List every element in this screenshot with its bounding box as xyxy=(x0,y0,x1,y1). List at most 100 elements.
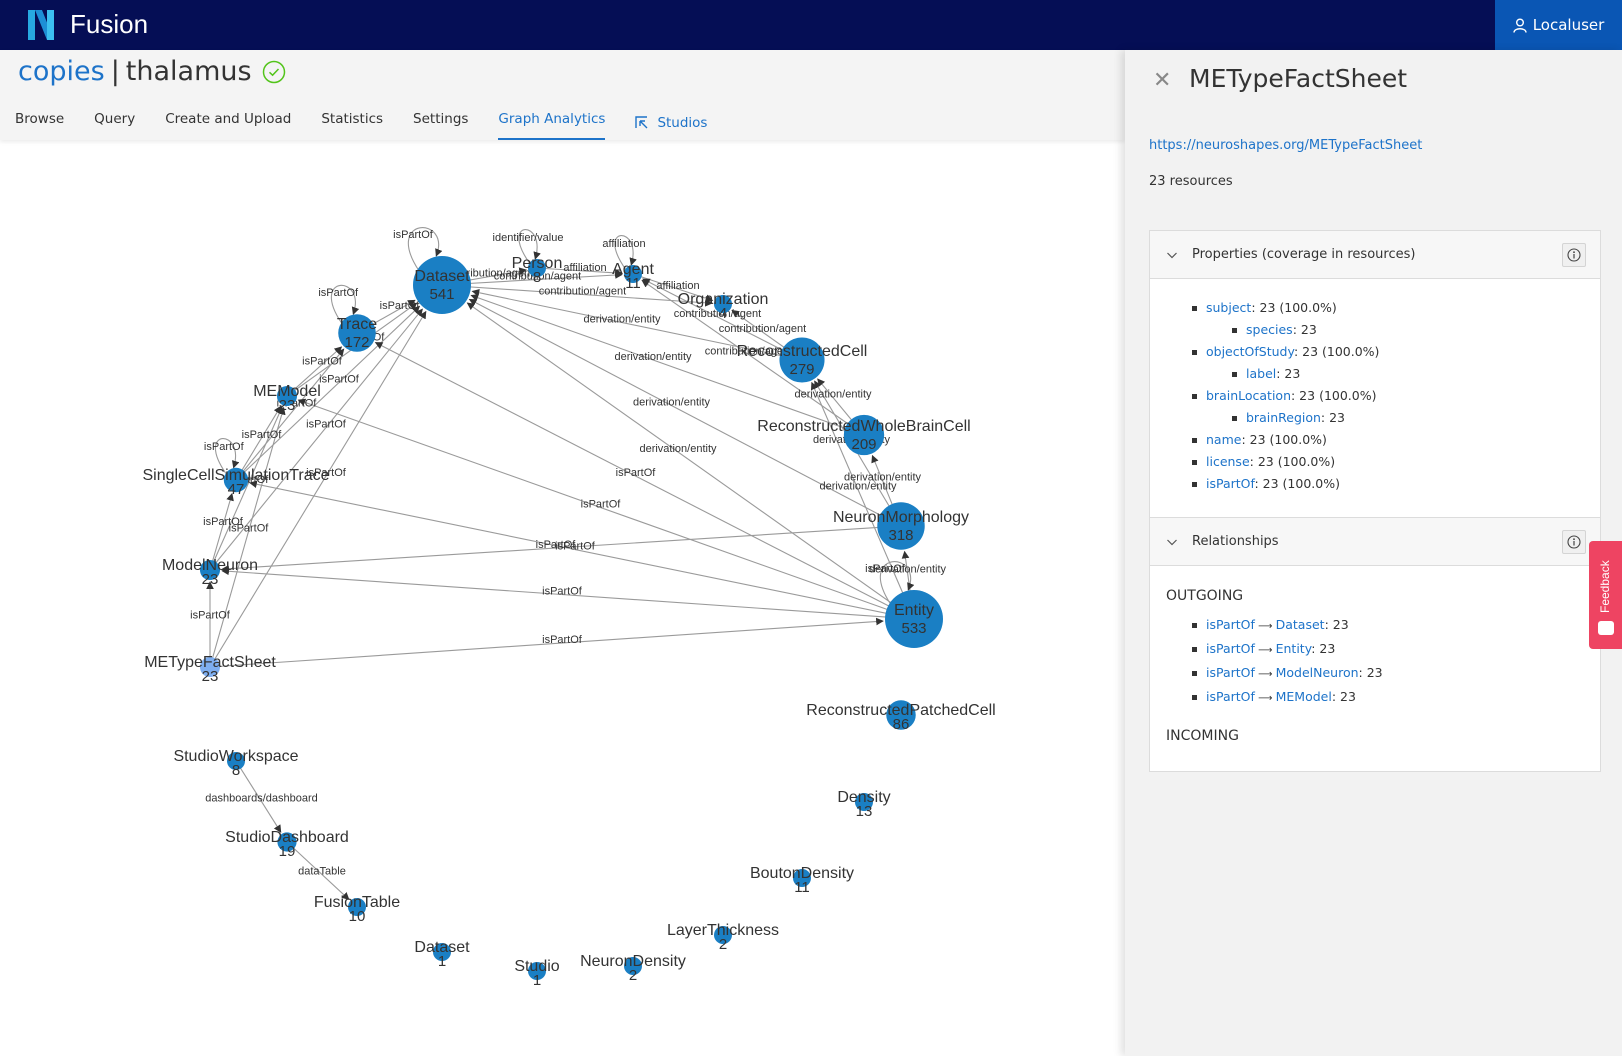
target-type-link[interactable]: Entity xyxy=(1276,641,1312,656)
edge-label: isPartOf xyxy=(581,499,622,511)
node-circle[interactable] xyxy=(885,590,943,648)
relationships-card: Relationships OUTGOING isPartOf ⟶ Datase… xyxy=(1149,517,1601,772)
predicate-link[interactable]: isPartOf xyxy=(1206,665,1255,680)
graph-node[interactable]: ModelNeuron23 xyxy=(162,557,258,588)
target-type-link[interactable]: Dataset xyxy=(1276,617,1325,632)
properties-info-button[interactable] xyxy=(1562,243,1586,267)
graph-node[interactable]: LayerThickness2 xyxy=(667,922,779,953)
node-count: 4 xyxy=(719,305,727,322)
chevron-down-icon xyxy=(1167,252,1177,258)
user-label: Localuser xyxy=(1532,16,1605,34)
predicate-link[interactable]: isPartOf xyxy=(1206,689,1255,704)
property-key-link[interactable]: name xyxy=(1206,432,1241,447)
property-key-link[interactable]: brainRegion xyxy=(1246,410,1321,425)
chevron-down-icon xyxy=(1167,539,1177,545)
edge-label: isPartOf xyxy=(229,523,270,535)
outgoing-item: isPartOf ⟶ Dataset: 23 xyxy=(1192,614,1584,638)
tab-settings[interactable]: Settings xyxy=(398,106,483,140)
property-key-link[interactable]: label xyxy=(1246,366,1276,381)
edge-label: contribution/agent xyxy=(539,286,626,298)
property-key-link[interactable]: isPartOf xyxy=(1206,476,1254,491)
graph-node[interactable]: StudioDashboard19 xyxy=(225,829,349,860)
graph-node[interactable]: Entity533 xyxy=(885,590,943,648)
feedback-face-icon xyxy=(1598,621,1614,635)
property-key-link[interactable]: subject xyxy=(1206,300,1251,315)
property-value: : 23 (100.0%) xyxy=(1249,454,1336,469)
property-key-link[interactable]: objectOfStudy xyxy=(1206,344,1294,359)
property-value: : 23 (100.0%) xyxy=(1291,388,1377,403)
graph-node[interactable]: Density13 xyxy=(837,789,890,820)
user-icon xyxy=(1512,18,1527,33)
property-key-link[interactable]: license xyxy=(1206,454,1250,469)
tab-studios[interactable]: Studios xyxy=(620,106,722,140)
predicate-link[interactable]: isPartOf xyxy=(1206,641,1255,656)
predicate-link[interactable]: isPartOf xyxy=(1206,617,1255,632)
org-link[interactable]: copies xyxy=(18,56,105,87)
edge-label: isPartOf xyxy=(190,610,231,622)
target-type-link[interactable]: ModelNeuron xyxy=(1276,665,1359,680)
property-item: brainLocation: 23 (100.0%) xyxy=(1192,385,1584,407)
graph-node[interactable]: Trace172 xyxy=(337,314,377,352)
close-panel-button[interactable]: ✕ xyxy=(1153,68,1171,93)
node-count: 8 xyxy=(232,762,240,779)
outgoing-item: isPartOf ⟶ MEModel: 23 xyxy=(1192,686,1584,710)
node-count: 23 xyxy=(202,571,219,588)
property-value: : 23 (100.0%) xyxy=(1241,432,1327,447)
properties-header[interactable]: Properties (coverage in resources) xyxy=(1150,231,1600,279)
graph-canvas[interactable]: isPartOfisPartOfidentifier/value affiliat… xyxy=(0,140,1125,1056)
edge-label: isPartOf xyxy=(319,374,360,386)
tab-create-and-upload[interactable]: Create and Upload xyxy=(150,106,306,140)
tab-query[interactable]: Query xyxy=(79,106,150,140)
edge-label: isPartOf xyxy=(616,467,657,479)
graph-node[interactable]: NeuronDensity2 xyxy=(580,953,686,984)
edge-label: affiliation xyxy=(602,238,645,250)
edge-label: isPartOf xyxy=(306,419,347,431)
top-bar: Fusion Localuser xyxy=(0,0,1622,50)
graph-node[interactable]: ReconstructedPatchedCell86 xyxy=(806,700,996,733)
outgoing-label: OUTGOING xyxy=(1166,588,1244,604)
graph-node[interactable]: NeuronMorphology318 xyxy=(833,502,969,550)
graph-node[interactable]: BoutonDensity11 xyxy=(750,865,854,896)
node-count: 2 xyxy=(719,936,727,953)
node-label: Entity xyxy=(894,602,934,619)
node-count: 209 xyxy=(851,436,876,453)
relationships-info-button[interactable] xyxy=(1562,530,1586,554)
type-url-link[interactable]: https://neuroshapes.org/METypeFactSheet xyxy=(1149,138,1422,153)
graph-node[interactable]: Dataset1 xyxy=(414,939,470,970)
node-count: 13 xyxy=(856,803,873,820)
tab-graph-analytics[interactable]: Graph Analytics xyxy=(483,106,620,140)
graph-node[interactable]: ReconstructedWholeBrainCell209 xyxy=(757,414,971,456)
user-menu-button[interactable]: Localuser xyxy=(1495,0,1622,50)
target-type-link[interactable]: MEModel xyxy=(1276,689,1332,704)
project-breadcrumb: copies | thalamus xyxy=(18,56,286,87)
node-count: 11 xyxy=(794,879,810,896)
graph-node[interactable]: Studio1 xyxy=(514,958,559,989)
arrow-right-icon: ⟶ xyxy=(1254,621,1276,632)
graph-edge[interactable] xyxy=(235,348,345,481)
incoming-label: INCOMING xyxy=(1166,728,1239,744)
graph-node[interactable]: StudioWorkspace8 xyxy=(173,748,298,779)
tab-statistics[interactable]: Statistics xyxy=(306,106,398,140)
feedback-button[interactable]: Feedback xyxy=(1589,541,1622,649)
property-key-link[interactable]: species xyxy=(1246,322,1293,337)
graph-node[interactable]: FusionTable10 xyxy=(314,894,400,925)
edge-label: isPartOf xyxy=(542,586,583,598)
node-count: 23 xyxy=(202,668,219,685)
node-count: 19 xyxy=(279,843,296,860)
relationships-header[interactable]: Relationships xyxy=(1150,518,1600,566)
property-item: brainRegion: 23 xyxy=(1206,407,1584,429)
property-key-link[interactable]: brainLocation xyxy=(1206,388,1291,403)
edge-label: isPartOf xyxy=(380,300,421,312)
graph-node[interactable]: METypeFactSheet23 xyxy=(144,654,276,685)
relationship-count: : 23 xyxy=(1311,641,1336,656)
graph-node[interactable]: Dataset541 xyxy=(413,256,471,314)
property-item: species: 23 xyxy=(1206,319,1584,341)
node-label: Trace xyxy=(337,316,377,333)
node-circle[interactable] xyxy=(413,256,471,314)
tab-browse[interactable]: Browse xyxy=(0,106,79,140)
app-title: Fusion xyxy=(70,9,149,39)
arrow-right-icon: ⟶ xyxy=(1254,669,1276,680)
breadcrumb-separator: | xyxy=(110,56,120,87)
relationships-title: Relationships xyxy=(1192,534,1279,549)
edge-label: dataTable xyxy=(298,866,346,878)
